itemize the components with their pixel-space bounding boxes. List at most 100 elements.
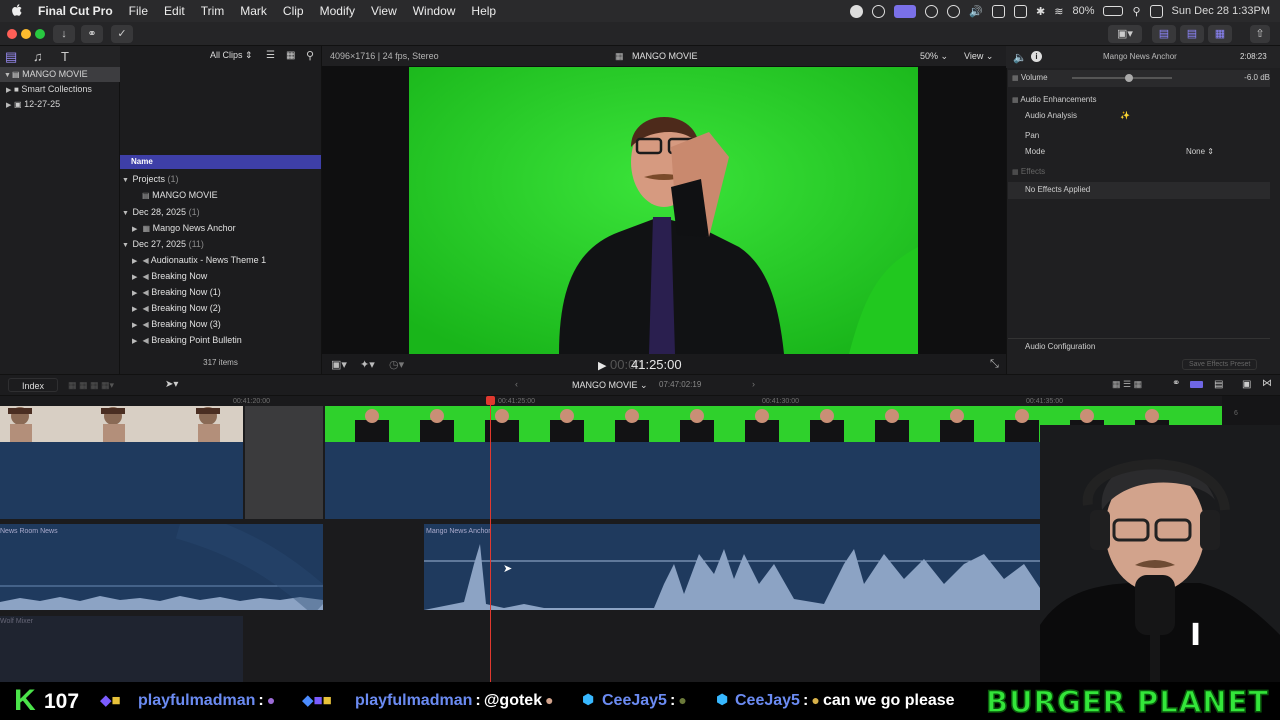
browser-row-project[interactable]: ▤ MANGO MOVIE bbox=[120, 187, 321, 203]
menu-view[interactable]: View bbox=[363, 4, 405, 18]
forward-arrow-icon[interactable]: › bbox=[752, 379, 755, 389]
browser-row-clip[interactable]: ▶ ◀ Breaking Now (3) bbox=[120, 316, 321, 332]
minimize-window-button[interactable] bbox=[21, 29, 31, 39]
menu-file[interactable]: File bbox=[121, 4, 156, 18]
transitions-browser-icon[interactable]: ⋈ bbox=[1262, 378, 1272, 389]
info-inspector-icon[interactable]: i bbox=[1031, 51, 1042, 62]
browser-group-projects[interactable]: ▼ Projects (1) bbox=[120, 171, 321, 187]
filmstrip-view-icon[interactable]: ▦ bbox=[286, 50, 295, 61]
search-icon[interactable]: ⚲ bbox=[306, 49, 314, 62]
volume-slider[interactable] bbox=[1072, 77, 1172, 79]
speed-icon[interactable]: ◷▾ bbox=[389, 358, 404, 371]
battery-icon[interactable] bbox=[1103, 6, 1124, 16]
browser-row-clip[interactable]: ▶ ◀ Breaking Now (1) bbox=[120, 284, 321, 300]
playhead-handle[interactable] bbox=[486, 396, 495, 405]
save-effects-preset-button[interactable]: Save Effects Preset bbox=[1182, 359, 1258, 370]
select-tool-icon[interactable]: ➤▾ bbox=[165, 379, 178, 390]
screen-icon[interactable] bbox=[1014, 4, 1028, 18]
timecode-display[interactable]: 41:25:00 bbox=[631, 357, 682, 372]
pan-section[interactable]: Pan bbox=[1012, 128, 1274, 144]
chat-username[interactable]: playfulmadman bbox=[138, 692, 255, 709]
volume-slider-knob[interactable] bbox=[1125, 74, 1133, 82]
volume-value[interactable]: -6.0 bbox=[1244, 73, 1258, 82]
fullscreen-icon[interactable]: ⤡ bbox=[990, 358, 999, 371]
libraries-icon[interactable]: ▤ bbox=[5, 50, 18, 63]
browser-row-clip[interactable]: ▶ ◀ Audionautix - News Theme 1 bbox=[120, 252, 321, 268]
video-frame[interactable] bbox=[409, 67, 918, 354]
timeline-right-controls[interactable]: ▦ ☰ ▦ bbox=[1112, 379, 1142, 390]
effects-browser-icon[interactable]: ▣ bbox=[1242, 379, 1251, 390]
magic-wand-icon[interactable]: ✨ bbox=[1120, 108, 1130, 124]
wifi-icon[interactable]: ≋ bbox=[1054, 5, 1063, 18]
menu-trim[interactable]: Trim bbox=[193, 4, 233, 18]
stage-manager-icon[interactable] bbox=[894, 4, 917, 18]
speaker-icon[interactable]: 🔊 bbox=[969, 5, 983, 18]
titles-generators-icon[interactable]: T bbox=[61, 50, 74, 63]
browser-row-clip[interactable]: ▶ ◀ Breaking Now (2) bbox=[120, 300, 321, 316]
globe-status-icon[interactable] bbox=[925, 4, 939, 18]
audio-enhancements-row[interactable]: ▦ Audio Enhancements bbox=[1012, 92, 1274, 108]
play-status-icon[interactable] bbox=[947, 4, 961, 18]
library-item-smart-collections[interactable]: ▶ ■ Smart Collections bbox=[0, 82, 120, 97]
edit-buttons[interactable]: ▦ ▦ ▦ ▦▾ bbox=[68, 380, 114, 391]
browser-row-clip[interactable]: ▶ ◀ Breaking Point Bulletin bbox=[120, 332, 321, 348]
gap-clip[interactable] bbox=[245, 406, 323, 519]
video-clip-body-1[interactable] bbox=[0, 442, 243, 519]
name-column-header[interactable]: Name bbox=[120, 155, 321, 169]
snapping-icon[interactable] bbox=[1190, 381, 1203, 388]
library-item-event[interactable]: ▶ ▣ 12-27-25 bbox=[0, 97, 120, 112]
playhead[interactable] bbox=[490, 396, 491, 682]
clip-filter-popup[interactable]: All Clips ⇕ bbox=[210, 50, 253, 61]
browser-group-dec-27[interactable]: ▼ Dec 27, 2025 (11) bbox=[120, 236, 321, 252]
show-timeline-button[interactable]: ▤ bbox=[1180, 25, 1204, 43]
record-status-icon[interactable] bbox=[850, 4, 864, 18]
play-button[interactable]: ▶ bbox=[598, 359, 606, 372]
library-item-mango-movie[interactable]: ▼▤ MANGO MOVIE bbox=[0, 67, 120, 82]
menu-help[interactable]: Help bbox=[463, 4, 504, 18]
index-button[interactable]: Index bbox=[8, 378, 58, 392]
menu-modify[interactable]: Modify bbox=[312, 4, 363, 18]
zoom-window-button[interactable] bbox=[35, 29, 45, 39]
chat-username[interactable]: CeeJay5 bbox=[602, 692, 667, 709]
checkbox[interactable]: ▦ bbox=[1012, 75, 1019, 82]
disclosure-closed-icon[interactable]: ▶ bbox=[132, 334, 140, 350]
disclosure-open-icon[interactable]: ▼ bbox=[4, 68, 12, 83]
view-popup[interactable]: View ⌄ bbox=[964, 51, 993, 62]
sync-status-icon[interactable] bbox=[872, 4, 886, 18]
menu-window[interactable]: Window bbox=[405, 4, 464, 18]
audio-analysis-row[interactable]: Audio Analysis ✨ bbox=[1012, 108, 1274, 124]
back-arrow-icon[interactable]: ‹ bbox=[515, 379, 518, 389]
video-clip-thumbnails-1[interactable] bbox=[0, 406, 243, 442]
bluetooth-icon[interactable]: ✱ bbox=[1036, 5, 1045, 18]
zoom-popup[interactable]: 50% ⌄ bbox=[920, 51, 948, 62]
clip-appearance-icon[interactable]: ▤ bbox=[1214, 379, 1223, 390]
checkbox[interactable]: ▦ bbox=[1012, 169, 1019, 176]
clip-appearance-icon[interactable]: ☰ bbox=[266, 50, 275, 61]
timeline-project-name[interactable]: MANGO MOVIE ⌄ bbox=[572, 380, 648, 391]
disclosure-closed-icon[interactable]: ▶ bbox=[6, 98, 14, 113]
close-window-button[interactable] bbox=[7, 29, 17, 39]
browser-row-clip[interactable]: ▶ ◀ Breaking Now bbox=[120, 268, 321, 284]
keywords-button[interactable]: ⚭ bbox=[81, 25, 103, 43]
menu-clip[interactable]: Clip bbox=[275, 4, 312, 18]
app-menu[interactable]: Final Cut Pro bbox=[30, 4, 121, 18]
spotlight-icon[interactable]: ⚲ bbox=[1132, 5, 1140, 18]
disclosure-closed-icon[interactable]: ▶ bbox=[6, 83, 14, 98]
show-browser-button[interactable]: ▤ bbox=[1152, 25, 1176, 43]
show-inspector-button[interactable]: ▦ bbox=[1208, 25, 1232, 43]
background-tasks-button[interactable]: ✓ bbox=[111, 25, 133, 43]
control-center-icon[interactable] bbox=[1149, 4, 1163, 18]
workspace-menu-button[interactable]: ▣▾ bbox=[1108, 25, 1142, 43]
browser-group-dec-28[interactable]: ▼ Dec 28, 2025 (1) bbox=[120, 204, 321, 220]
display-icon[interactable] bbox=[992, 4, 1006, 18]
clock[interactable]: Sun Dec 28 1:33PM bbox=[1172, 5, 1270, 17]
audio-inspector-icon[interactable]: 🔈 bbox=[1013, 51, 1027, 64]
photos-audio-icon[interactable]: ♫ bbox=[33, 50, 46, 63]
import-button[interactable]: ↓ bbox=[53, 25, 75, 43]
audio-clip-news-room[interactable]: News Room News bbox=[0, 524, 323, 610]
chat-username[interactable]: playfulmadman bbox=[355, 692, 472, 709]
share-button[interactable]: ⇧ bbox=[1250, 25, 1270, 43]
audio-clip-wolf-mixer[interactable]: Wolf Mixer bbox=[0, 616, 243, 682]
headphones-icon[interactable]: ⚭ bbox=[1172, 378, 1180, 389]
enhancement-wand-icon[interactable]: ✦▾ bbox=[360, 358, 375, 371]
